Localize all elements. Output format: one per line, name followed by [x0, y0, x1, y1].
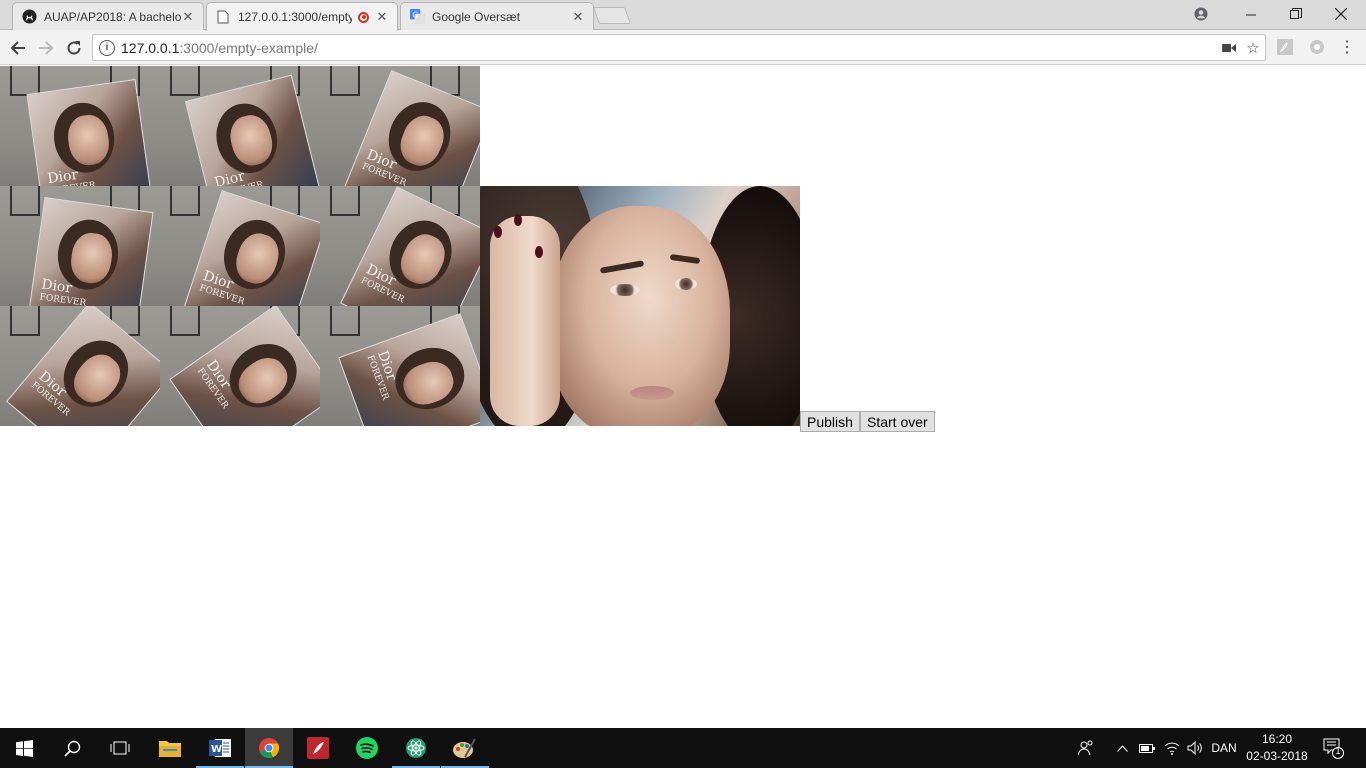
wifi-icon[interactable] [1160, 728, 1184, 768]
minimize-button[interactable] [1228, 0, 1274, 28]
windows-start-icon[interactable] [0, 728, 48, 768]
browser-tabstrip: AUAP/AP2018: A bachelo ✕ 127.0.0.1:3000/… [0, 0, 1366, 31]
thumbnail-frame: DiorFOREVER [0, 186, 160, 306]
paint-icon[interactable] [441, 728, 489, 768]
svg-text:G: G [412, 10, 418, 19]
windows-taskbar: W DAN 16:20 02-03-2018 1 [0, 728, 1366, 768]
language-indicator[interactable]: DAN [1208, 728, 1240, 768]
tab-title: Google Oversæt [432, 9, 521, 24]
github-icon [21, 9, 37, 25]
clock[interactable]: 16:20 02-03-2018 [1242, 731, 1312, 765]
close-icon[interactable]: ✕ [571, 9, 585, 25]
restore-button[interactable] [1273, 0, 1319, 28]
red-app-icon[interactable] [294, 728, 342, 768]
main-captured-image [480, 186, 800, 426]
tab-google-translate[interactable]: G Google Oversæt ✕ [400, 2, 594, 30]
chevron-up-icon[interactable] [1112, 728, 1132, 768]
page-content: DiorFOREVERDiorFOREVERDiorFOREVERDiorFOR… [0, 66, 1366, 728]
word-icon[interactable]: W [196, 728, 244, 768]
task-view-icon[interactable] [96, 728, 144, 768]
tab-title: 127.0.0.1:3000/empty [238, 10, 352, 24]
url-path: :3000/empty-example/ [179, 39, 318, 56]
spotify-icon[interactable] [343, 728, 391, 768]
camera-icon[interactable] [1217, 38, 1241, 58]
publish-button[interactable]: Publish [800, 411, 860, 432]
pdf-extension-icon[interactable] [1276, 38, 1294, 56]
reload-button[interactable] [62, 36, 86, 60]
file-explorer-icon[interactable] [146, 728, 194, 768]
start-over-button[interactable]: Start over [860, 411, 935, 432]
tab-localhost[interactable]: 127.0.0.1:3000/empty ✕ [206, 2, 398, 31]
tab-github[interactable]: AUAP/AP2018: A bachelo ✕ [12, 2, 204, 30]
menu-icon[interactable]: ⋮ [1338, 38, 1356, 56]
thumbnail-frame: DiorFOREVER [160, 66, 320, 186]
tab-title: AUAP/AP2018: A bachelo [44, 9, 181, 24]
notification-center-icon[interactable]: 1 [1322, 737, 1344, 759]
clock-date: 02-03-2018 [1246, 749, 1308, 763]
battery-icon[interactable] [1136, 728, 1158, 768]
people-icon[interactable] [1074, 728, 1098, 768]
thumbnail-frame: DiorFOREVER [160, 306, 320, 426]
info-icon[interactable]: i [99, 39, 115, 56]
extension-icon[interactable] [1308, 38, 1326, 56]
volume-icon[interactable] [1184, 728, 1206, 768]
url-host: 127.0.0.1 [121, 39, 180, 56]
chrome-icon[interactable] [245, 728, 293, 768]
thumbnail-frame: DiorFOREVER [160, 186, 320, 306]
atom-icon[interactable] [392, 728, 440, 768]
thumbnail-frame: DiorFOREVER [0, 66, 160, 186]
bookmark-star-icon[interactable]: ☆ [1241, 38, 1265, 58]
back-button[interactable] [6, 36, 30, 60]
thumbnail-frame: DiorFOREVER [320, 186, 480, 306]
close-icon[interactable]: ✕ [181, 9, 195, 25]
thumbnail-frame: DiorFOREVER [320, 66, 480, 186]
new-tab-button[interactable] [592, 7, 632, 24]
search-icon[interactable] [48, 728, 96, 768]
google-translate-icon: G [409, 9, 425, 25]
recording-icon [358, 11, 369, 23]
thumbnail-frame: DiorFOREVER [0, 306, 160, 426]
clock-time: 16:20 [1261, 732, 1293, 746]
thumbnail-frame: DiorFOREVER [320, 306, 480, 426]
notification-count: 1 [1335, 746, 1341, 756]
page-icon [215, 9, 231, 25]
profile-icon[interactable] [1190, 5, 1212, 23]
close-icon[interactable]: ✕ [375, 9, 389, 25]
address-bar[interactable]: i 127.0.0.1:3000/empty-example/ ☆ [92, 34, 1266, 61]
close-window-button[interactable] [1318, 0, 1364, 28]
svg-text:W: W [211, 744, 222, 755]
browser-toolbar: i 127.0.0.1:3000/empty-example/ ☆ ⋮ [0, 30, 1366, 65]
forward-button[interactable] [34, 36, 58, 60]
